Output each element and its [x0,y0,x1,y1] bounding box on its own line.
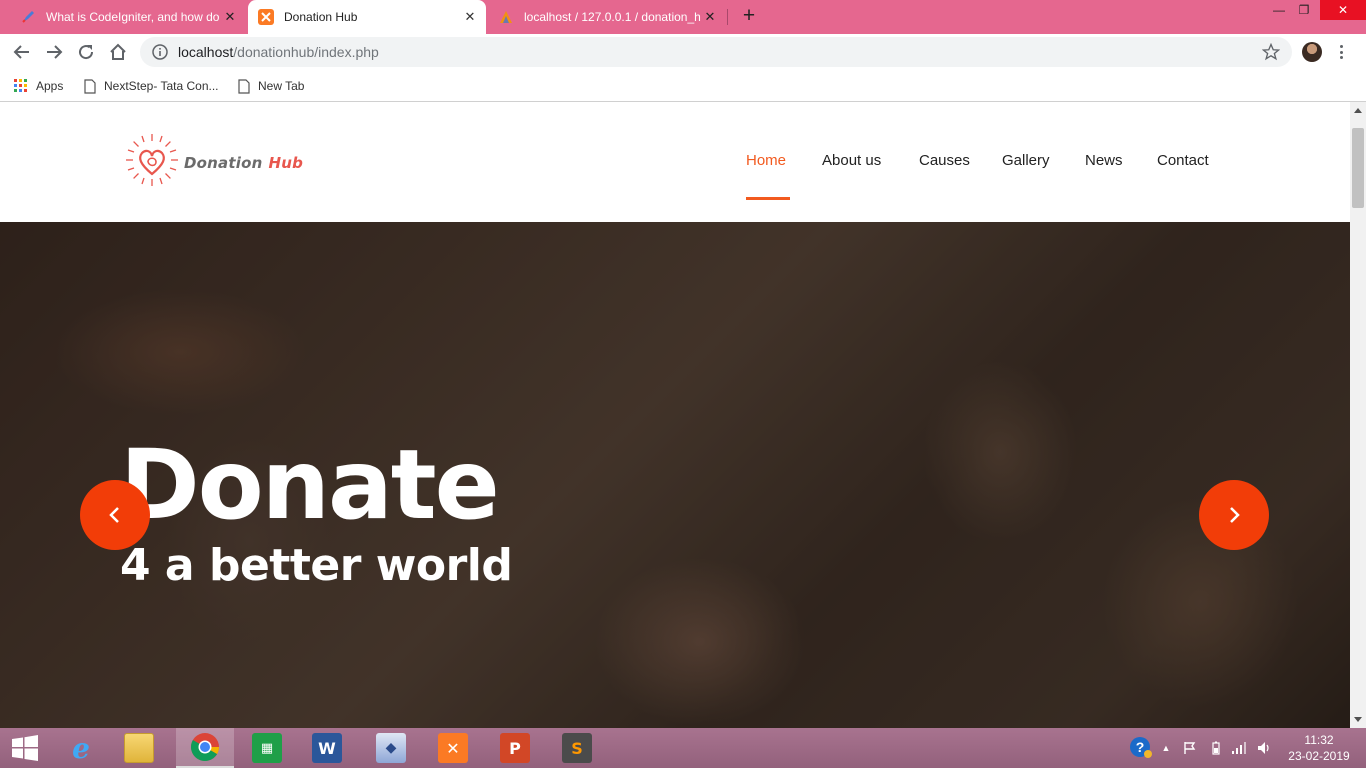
browser-tab-strip: What is CodeIgniter, and how do ✕ Donati… [0,0,1366,34]
home-icon [110,43,126,60]
svg-text:?: ? [1136,739,1145,755]
slider-next-button[interactable] [1199,480,1269,550]
new-tab-button[interactable]: + [738,5,760,27]
nav-item-about-us[interactable]: About us [822,152,881,169]
info-icon[interactable] [152,44,168,60]
bookmark-label: NextStep- Tata Con... [104,79,219,93]
slider-prev-button[interactable] [80,480,150,550]
hero-title: Donate [120,429,500,541]
media-icon[interactable]: ◆ [362,728,420,768]
browser-toolbar: localhost/donationhub/index.php [0,34,1366,70]
tab-close-icon[interactable]: ✕ [222,9,238,25]
bookmark-nextstep[interactable]: NextStep- Tata Con... [84,77,219,95]
nav-item-news[interactable]: News [1085,152,1123,169]
word-icon[interactable]: W [298,728,356,768]
browser-menu-icon[interactable] [1337,42,1345,62]
reload-icon [79,45,94,60]
nav-item-contact[interactable]: Contact [1157,152,1209,169]
profile-avatar[interactable] [1302,42,1322,62]
tab-separator [727,9,728,25]
page-viewport: Donation Hub Home About us Causes Gallery… [0,102,1350,728]
url-host: localhost [178,44,234,60]
scroll-up-arrow-icon[interactable] [1350,102,1366,118]
clock-time: 11:32 [1304,733,1334,747]
bookmark-apps[interactable]: Apps [14,77,63,95]
forward-button[interactable] [43,41,65,63]
sublime-text-icon[interactable]: S [548,728,606,768]
internet-explorer-icon[interactable]: e [52,728,110,768]
clock-date: 23-02-2019 [1288,749,1350,763]
chrome-icon[interactable] [176,728,234,768]
active-nav-underline [746,197,790,200]
reload-button[interactable] [75,41,97,63]
store-icon[interactable]: ▦ [238,728,296,768]
windows-taskbar: e ▦ W ◆ ✕ P S ? ▲ 11:32 23-02-2019 [0,728,1366,768]
tab-close-icon[interactable]: ✕ [462,9,478,25]
tab-donation-hub[interactable]: Donation Hub ✕ [248,0,486,34]
tab-title: Donation Hub [284,10,358,24]
flag-icon[interactable] [1180,728,1200,768]
scrollbar-thumb[interactable] [1352,128,1364,208]
back-arrow-icon [13,45,29,59]
xampp-icon[interactable]: ✕ [424,728,482,768]
tab-title: What is CodeIgniter, and how do [46,10,220,24]
file-explorer-icon[interactable] [110,728,168,768]
tab-phpmyadmin[interactable]: localhost / 127.0.0.1 / donation_h ✕ [494,0,724,34]
main-navigation: Home About us Causes Gallery News Contac… [0,152,1350,172]
bookmarks-bar: Apps NextStep- Tata Con... New Tab [0,70,1366,102]
battery-icon[interactable] [1206,728,1226,768]
tab-close-icon[interactable]: ✕ [702,9,718,25]
nav-item-gallery[interactable]: Gallery [1002,152,1050,169]
home-button[interactable] [107,41,129,63]
apps-grid-icon [14,79,28,93]
xampp-favicon-icon [258,9,274,25]
nav-item-home[interactable]: Home [746,152,786,169]
back-button[interactable] [11,41,33,63]
page-icon [84,78,96,94]
tab-codeigniter[interactable]: What is CodeIgniter, and how do ✕ [14,0,244,34]
window-close-button[interactable]: ✕ [1320,0,1366,20]
bookmark-star-icon[interactable] [1261,42,1281,64]
powerpoint-icon[interactable]: P [486,728,544,768]
forward-arrow-icon [47,45,63,59]
chevron-right-icon [1230,507,1240,523]
windows-logo-icon [12,735,38,761]
phpmyadmin-favicon-icon [498,9,514,25]
network-signal-icon[interactable] [1228,728,1250,768]
address-bar[interactable]: localhost/donationhub/index.php [140,37,1292,67]
page-icon [238,78,250,94]
start-button[interactable] [0,728,50,768]
url-path: /donationhub/index.php [233,44,379,60]
nav-item-causes[interactable]: Causes [919,152,970,169]
bookmark-label: Apps [36,79,64,93]
scroll-down-arrow-icon[interactable] [1350,712,1366,728]
tab-title: localhost / 127.0.0.1 / donation_h [524,10,701,24]
tray-expand-icon[interactable]: ▲ [1158,728,1174,768]
rocket-favicon-icon [20,9,36,25]
bookmark-new-tab[interactable]: New Tab [238,77,304,95]
help-icon[interactable]: ? [1127,728,1155,768]
chevron-left-icon [109,507,119,523]
hero-subtitle: 4 a better world [120,540,513,591]
taskbar-clock[interactable]: 11:32 23-02-2019 [1280,732,1358,764]
hero-slider: Donate 4 a better world [0,222,1350,728]
site-header: Donation Hub Home About us Causes Gallery… [0,102,1350,222]
bookmark-label: New Tab [258,79,305,93]
volume-icon[interactable] [1254,728,1276,768]
page-scrollbar[interactable] [1350,102,1366,728]
